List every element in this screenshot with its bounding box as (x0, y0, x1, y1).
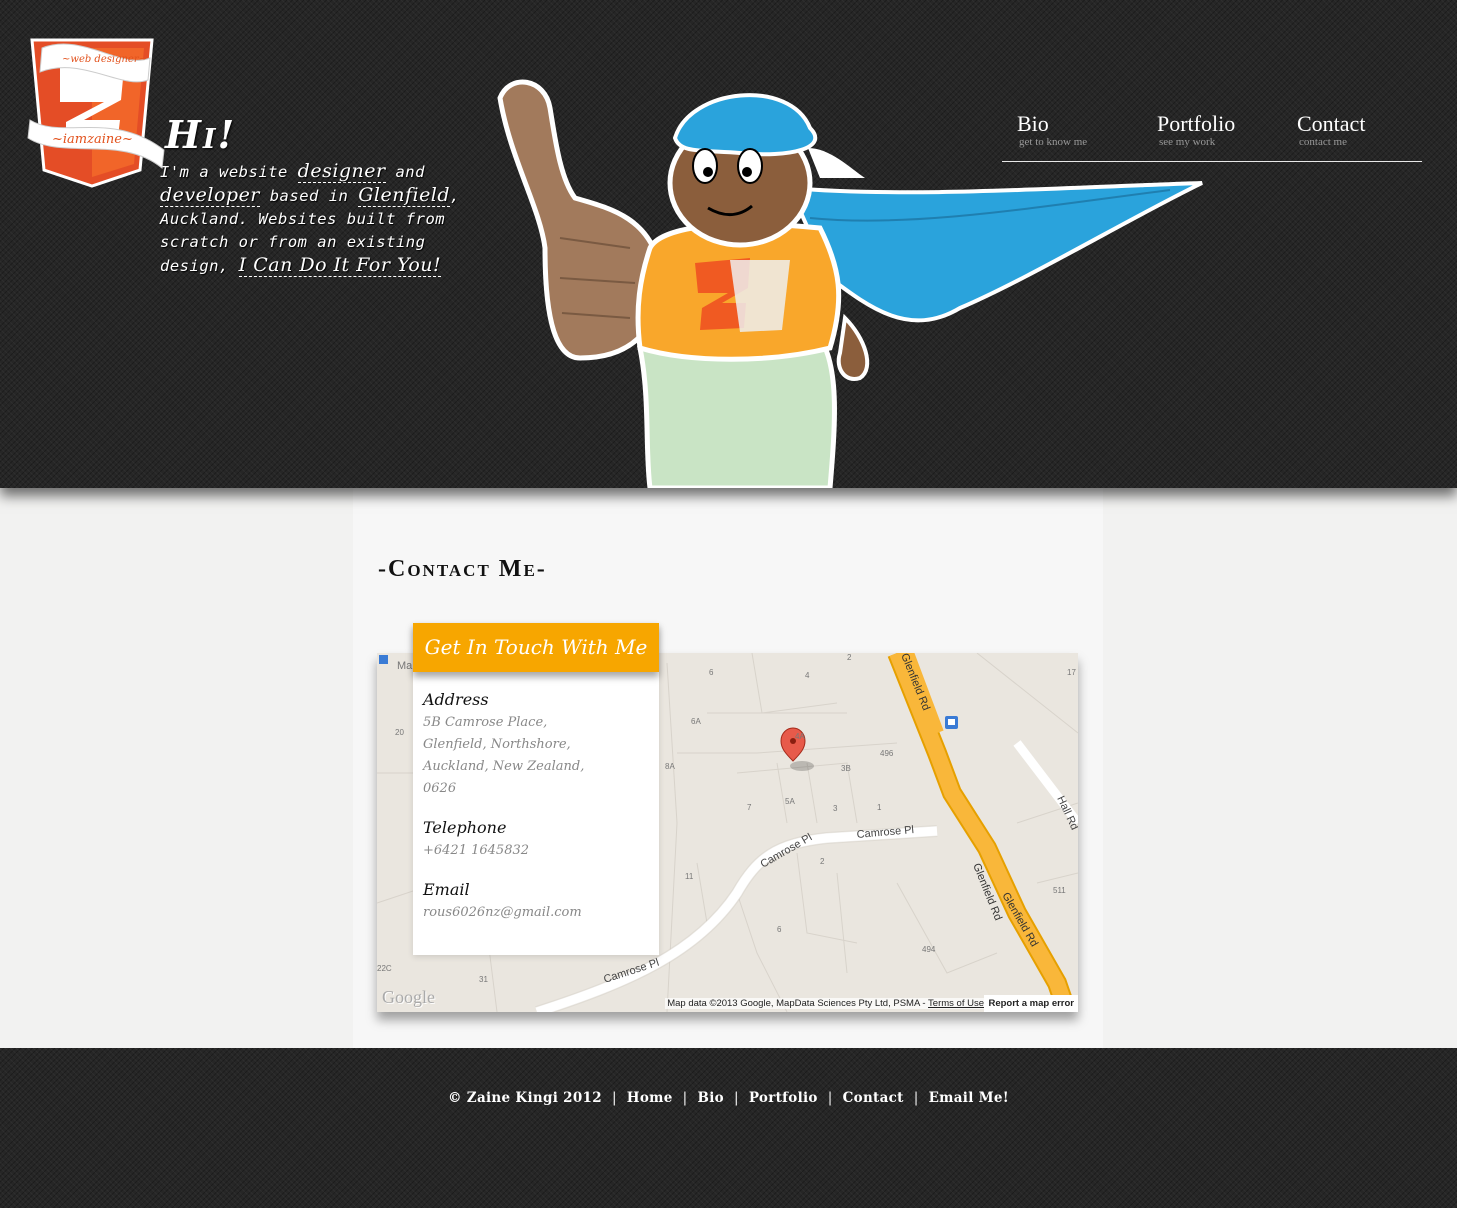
intro-highlight-glenfield: Glenfield (358, 184, 451, 207)
nav-item-portfolio-label: Portfolio (1157, 111, 1236, 136)
report-map-error-link[interactable]: Report a map error (984, 995, 1078, 1012)
iamzaine-logo[interactable]: ~web designer~ ~iamzaine~ (22, 20, 167, 190)
telephone-label: Telephone (423, 818, 507, 837)
contact-card-title: Get In Touch With Me (413, 623, 659, 672)
map-label: 496 (880, 749, 894, 758)
map-label: 6A (691, 717, 701, 726)
footer-links: © Zaine Kingi 2012 | Home | Bio | Portfo… (0, 1090, 1457, 1106)
nav-item-portfolio-subtitle: see my work (1159, 136, 1216, 148)
map-label: 22C (377, 964, 392, 973)
intro-highlight-designer: designer (297, 160, 386, 183)
telephone-value: +6421 1645832 (423, 843, 530, 858)
map-label: 7 (747, 803, 752, 812)
address-value: 5B Camrose Place, Glenfield, Northshore,… (423, 712, 643, 800)
footer-link-home[interactable]: Home (627, 1090, 673, 1106)
address-line: Auckland, New Zealand, (423, 759, 585, 774)
address-line: 5B Camrose Place, (423, 715, 548, 730)
nav-item-bio[interactable]: Bio get to know me (1017, 111, 1088, 149)
map-attribution: Map data ©2013 Google, MapData Sciences … (665, 998, 986, 1009)
footer-separator: | (682, 1090, 688, 1106)
map-label: 494 (922, 945, 936, 954)
nav-item-portfolio[interactable]: Portfolio see my work (1157, 111, 1236, 149)
address-label: Address (423, 690, 489, 709)
intro-text-2: and (385, 163, 425, 181)
footer-separator: | (913, 1090, 919, 1106)
hero-intro: I'm a website designer and developer bas… (160, 160, 460, 278)
address-line: 0626 (423, 781, 457, 796)
map-label: 11 (685, 872, 694, 881)
intro-text-3: based in (259, 187, 359, 205)
map-label: 4 (805, 671, 810, 680)
map-label: 5A (785, 797, 795, 806)
footer-copyright: © Zaine Kingi 2012 (447, 1090, 602, 1106)
map-label: 2 (820, 857, 825, 866)
footer-separator: | (733, 1090, 739, 1106)
map-label: 8A (665, 762, 675, 771)
hero-greeting: Hi! (165, 112, 237, 157)
email-label: Email (423, 880, 470, 899)
map-label: 17 (1067, 668, 1076, 677)
google-map-logo[interactable]: Google (382, 987, 435, 1008)
content-panel: -Contact Me- Ma 6 4 2 17 6A 4A 496 20 8A… (353, 488, 1103, 1048)
nav-item-bio-label: Bio (1017, 111, 1049, 136)
footer-link-portfolio[interactable]: Portfolio (749, 1090, 818, 1106)
contact-section-title: -Contact Me- (378, 556, 547, 582)
intro-highlight-developer: developer (160, 184, 260, 207)
intro-highlight-cta: I Can Do It For You! (238, 254, 442, 277)
map-label: 1 (877, 803, 882, 812)
contact-info-card: Get In Touch With Me Address 5B Camrose … (413, 623, 659, 955)
nav-item-contact-label: Contact (1297, 111, 1366, 136)
footer-link-contact[interactable]: Contact (843, 1090, 904, 1106)
map-attribution-text: Map data ©2013 Google, MapData Sciences … (667, 998, 929, 1009)
map-label: Ma (397, 660, 413, 672)
site-header: ~web designer~ ~iamzaine~ Hi! I'm a webs… (0, 0, 1457, 488)
map-label: 2 (847, 653, 852, 662)
nav-item-bio-subtitle: get to know me (1019, 136, 1088, 148)
map-label: 6 (709, 668, 714, 677)
footer-link-bio[interactable]: Bio (698, 1090, 724, 1106)
map-label: 3 (833, 804, 838, 813)
footer-link-email[interactable]: Email Me! (929, 1090, 1009, 1106)
map-label: 20 (395, 728, 404, 737)
intro-text-1: I'm a website (160, 163, 298, 181)
logo-banner-top: ~web designer~ (62, 54, 147, 65)
map-label: 511 (1053, 886, 1066, 895)
logo-banner-bottom: ~iamzaine~ (52, 132, 133, 147)
address-line: Glenfield, Northshore, (423, 737, 571, 752)
footer-separator: | (827, 1090, 833, 1106)
nav-item-contact[interactable]: Contact contact me (1297, 111, 1366, 149)
main-nav: Bio get to know me Portfolio see my work… (1002, 112, 1422, 162)
nav-item-contact-subtitle: contact me (1299, 136, 1347, 148)
terms-of-use-link[interactable]: Terms of Use (928, 998, 984, 1009)
footer-separator: | (611, 1090, 617, 1106)
map-label: 31 (479, 975, 488, 984)
map-label: 6 (777, 925, 782, 934)
email-value[interactable]: rous6026nz@gmail.com (423, 902, 643, 924)
map-label: 4A (795, 732, 805, 741)
site-footer (0, 1048, 1457, 1208)
map-label: 3B (841, 764, 851, 773)
